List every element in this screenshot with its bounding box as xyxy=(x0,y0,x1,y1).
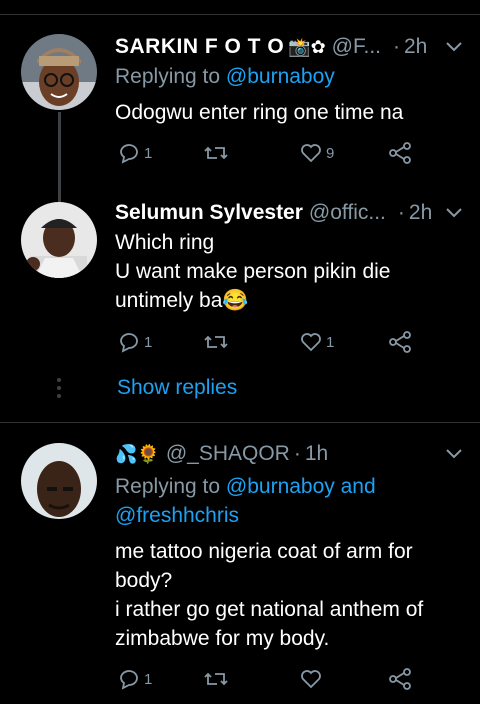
like-count: 9 xyxy=(326,144,335,162)
avatar[interactable] xyxy=(21,34,97,110)
heart-icon xyxy=(301,670,321,689)
like-button[interactable] xyxy=(299,667,323,691)
tweet-1[interactable]: SARKIN F O T O 📸✿ @F... · 2h Replying to… xyxy=(0,0,480,192)
thread-dots xyxy=(56,378,62,402)
tweet-header: SARKIN F O T O 📸✿ @F... · 2h xyxy=(115,32,466,62)
mention-link[interactable]: @freshhchris xyxy=(115,501,462,530)
separator: · xyxy=(393,35,400,58)
reply-context: Replying to @burnaboy xyxy=(115,62,462,91)
separator: · xyxy=(397,201,405,224)
reply-context: Replying to @burnaboy and @freshhchris xyxy=(115,472,462,530)
tweet-text-line: zimbabwe for my body. xyxy=(115,627,330,650)
like-button[interactable]: 9 xyxy=(299,141,334,165)
like-button[interactable]: 1 xyxy=(299,330,334,354)
avatar[interactable] xyxy=(21,202,97,278)
handle[interactable]: @F... xyxy=(332,32,381,62)
tweet-header: Selumun Sylvester @offic... · 2h xyxy=(115,198,466,228)
share-icon xyxy=(389,142,411,164)
like-count: 1 xyxy=(326,333,335,351)
reply-button[interactable]: 1 xyxy=(117,330,152,354)
share-button[interactable] xyxy=(387,330,413,354)
separator: · xyxy=(293,442,301,465)
mention-link[interactable]: @burnaboy xyxy=(226,65,335,88)
timestamp[interactable]: 1h xyxy=(305,439,328,469)
tweet-text-line: body? xyxy=(115,569,173,592)
heart-icon xyxy=(301,144,321,163)
reply-count: 1 xyxy=(144,333,153,351)
mention-link[interactable]: @burnaboy and xyxy=(226,475,376,498)
tweet-text-line: U want make person pikin die xyxy=(115,260,391,283)
timestamp[interactable]: 2h xyxy=(409,198,432,228)
replying-to-label: Replying to xyxy=(115,475,221,498)
tweet-2[interactable]: Selumun Sylvester @offic... · 2h Which r… xyxy=(0,190,480,360)
reply-count: 1 xyxy=(144,670,153,688)
retweet-button[interactable] xyxy=(203,667,229,691)
reply-icon xyxy=(120,670,138,690)
timestamp[interactable]: 2h xyxy=(404,32,427,62)
share-button[interactable] xyxy=(387,667,413,691)
handle[interactable]: @_SHAQOR xyxy=(166,439,290,469)
tweet-header: 💦🌻 @_SHAQOR · 1h xyxy=(115,439,466,469)
name-emoji: 📸✿ xyxy=(288,37,326,57)
display-name[interactable]: Selumun Sylvester xyxy=(115,198,303,228)
share-button[interactable] xyxy=(387,141,413,165)
tweet-text-line: Odogwu enter ring one time na xyxy=(115,101,404,124)
retweet-icon xyxy=(204,672,228,686)
thread-line xyxy=(58,112,61,192)
show-replies-link[interactable]: Show replies xyxy=(117,376,237,400)
tweet-text-line: untimely ba😂 xyxy=(115,289,249,312)
display-name[interactable]: SARKIN F O T O xyxy=(115,32,284,62)
tweet-text: me tattoo nigeria coat of arm for body? … xyxy=(115,537,462,653)
reply-button[interactable]: 1 xyxy=(117,141,152,165)
retweet-icon xyxy=(204,146,228,160)
tweet-actions: 1 1 xyxy=(115,330,460,360)
tweet-text: Which ring U want make person pikin die … xyxy=(115,228,462,315)
reply-count: 1 xyxy=(144,144,153,162)
share-icon xyxy=(389,331,411,353)
tweet-text-line: Which ring xyxy=(115,231,215,254)
avatar[interactable] xyxy=(21,443,97,519)
reply-button[interactable]: 1 xyxy=(117,667,152,691)
tweet-text-line: me tattoo nigeria coat of arm for xyxy=(115,540,413,563)
tweet-actions: 1 9 xyxy=(115,141,460,171)
retweet-icon xyxy=(204,335,228,349)
reply-icon xyxy=(120,333,138,353)
retweet-button[interactable] xyxy=(203,141,229,165)
share-icon xyxy=(389,668,411,690)
heart-icon xyxy=(301,333,321,352)
tweet-3[interactable]: 💦🌻 @_SHAQOR · 1h Replying to @burnaboy a… xyxy=(0,423,480,704)
tweet-text-line: i rather go get national anthem of xyxy=(115,598,424,621)
handle[interactable]: @offic... xyxy=(309,198,386,228)
retweet-button[interactable] xyxy=(203,330,229,354)
tweet-text: Odogwu enter ring one time na xyxy=(115,98,462,127)
tweet-actions: 1 xyxy=(115,667,460,697)
thread-line xyxy=(58,190,61,202)
replying-to-label: Replying to xyxy=(115,65,221,88)
reply-icon xyxy=(120,144,138,164)
name-emoji: 💦🌻 xyxy=(115,444,160,464)
